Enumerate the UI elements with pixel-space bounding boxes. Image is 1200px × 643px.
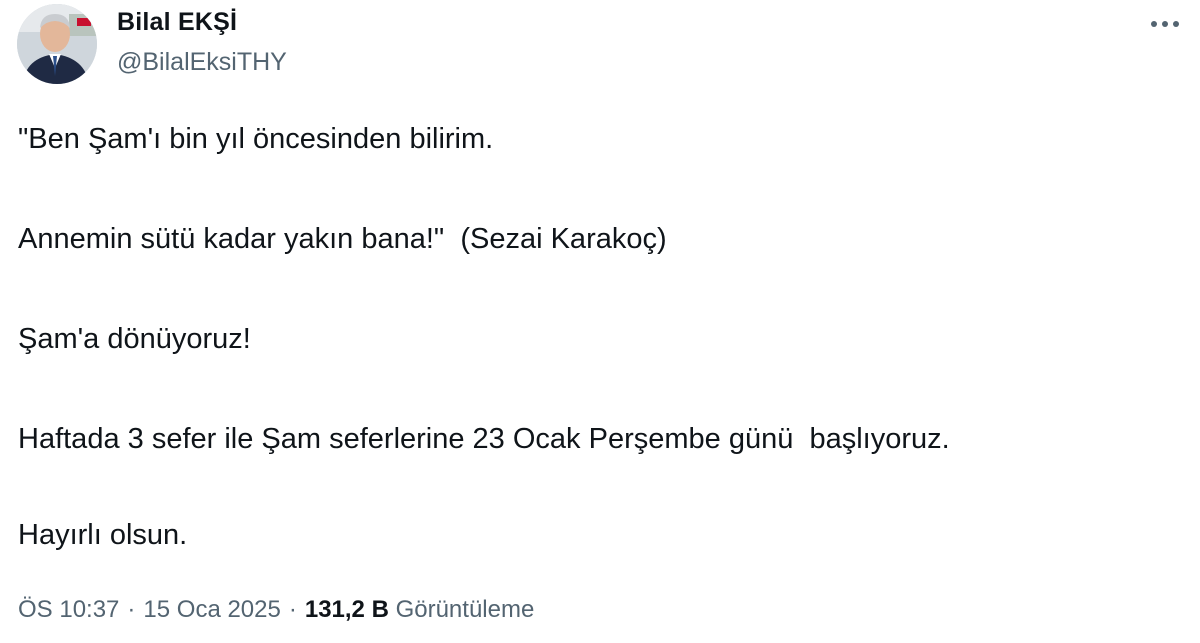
tweet-meta: ÖS 10:37 · 15 Oca 2025 · 131,2 B Görüntüleme [18, 595, 534, 625]
tweet-text-line: Annemin sütü kadar yakın bana!" (Sezai K… [18, 223, 667, 255]
tweet-text-line: Haftada 3 sefer ile Şam seferlerine 23 O… [18, 423, 950, 455]
tweet-date[interactable]: 15 Oca 2025 [143, 596, 280, 623]
author-display-name[interactable]: Bilal EKŞİ [117, 8, 237, 37]
views-label: Görüntüleme [395, 596, 535, 623]
tweet-text-line: Hayırlı olsun. [18, 519, 188, 551]
author-handle[interactable]: @BilalEksiTHY [117, 48, 287, 77]
tweet-text-line: "Ben Şam'ı bin yıl öncesinden bilirim. [18, 123, 494, 155]
ellipsis-icon [1151, 21, 1179, 27]
meta-separator: · [288, 596, 297, 623]
avatar[interactable] [17, 4, 97, 84]
views-count: 131,2 B [304, 596, 389, 623]
meta-separator: · [127, 596, 136, 623]
tweet-time[interactable]: ÖS 10:37 [18, 596, 119, 623]
tweet-text-line: Şam'a dönüyoruz! [18, 323, 251, 355]
more-options-button[interactable] [1140, 2, 1190, 46]
